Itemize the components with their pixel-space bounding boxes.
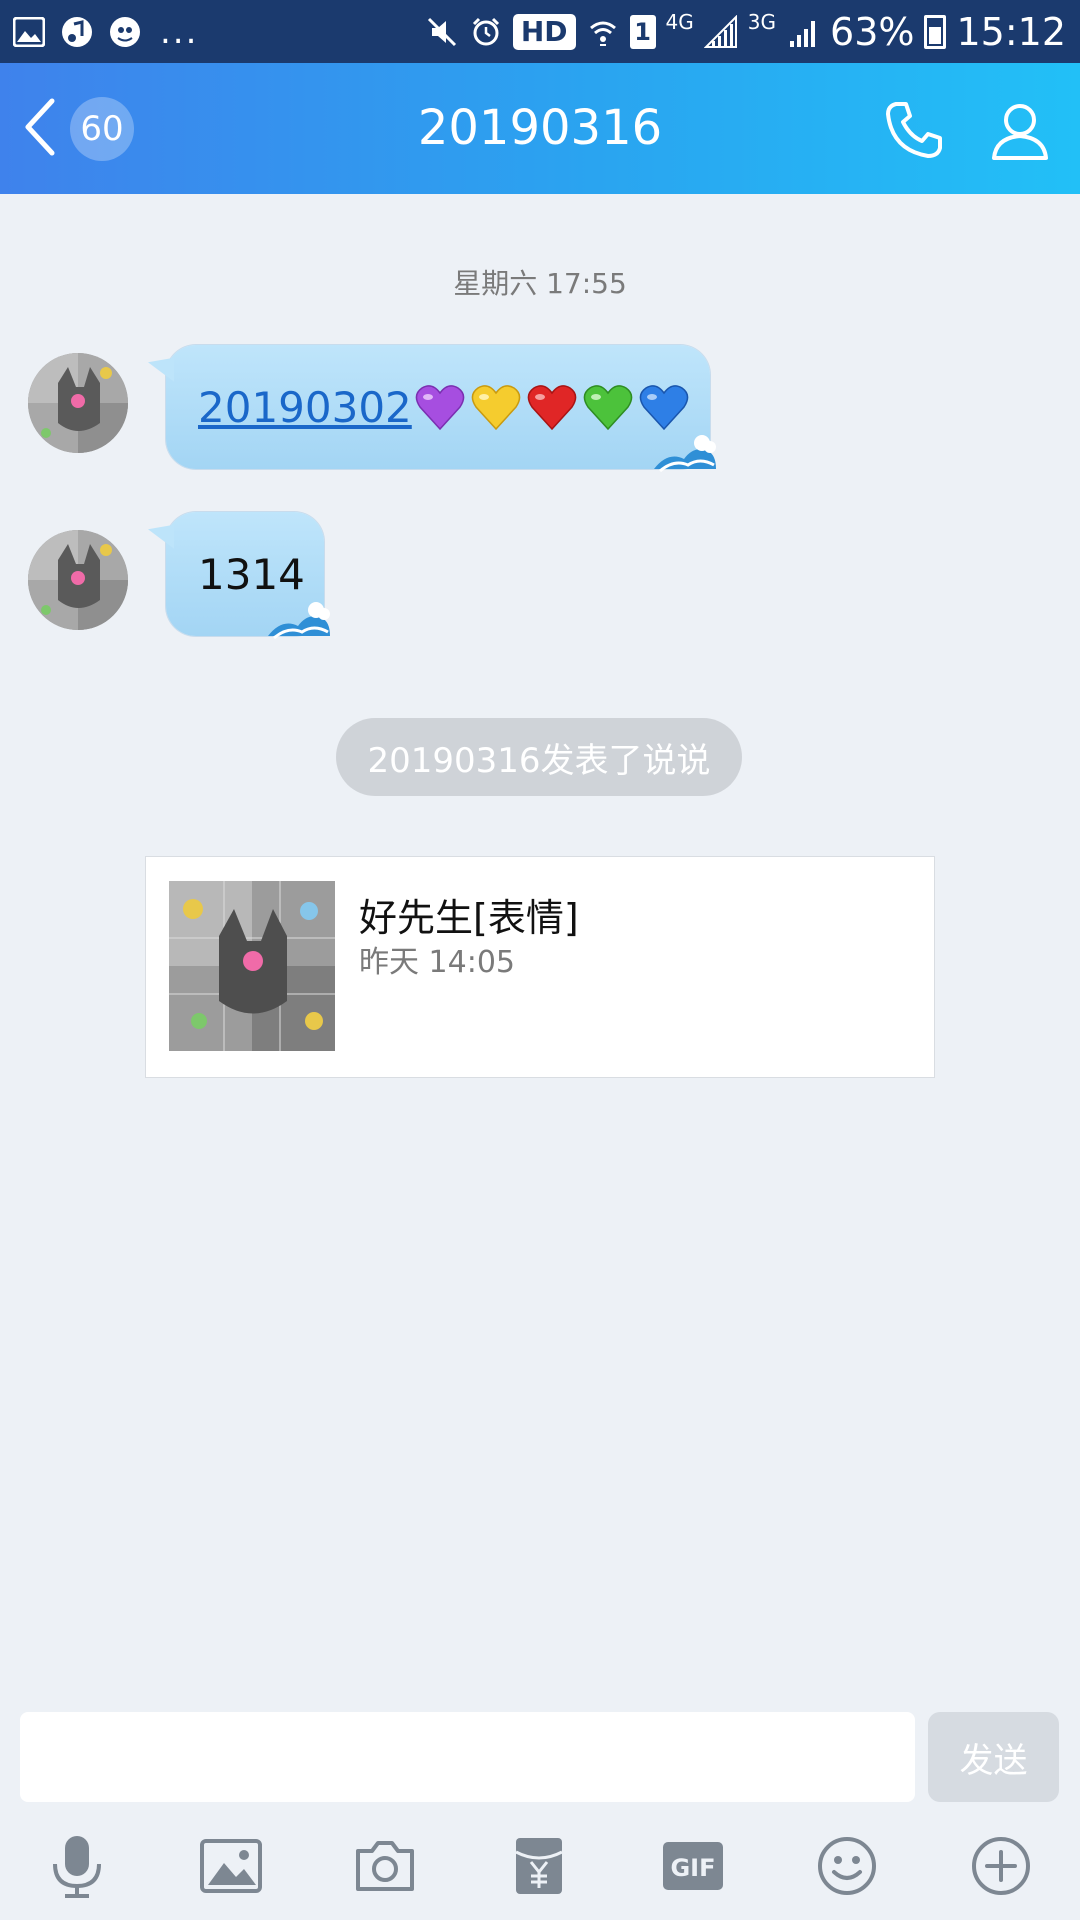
image-button[interactable] (199, 1834, 263, 1898)
image-icon (200, 1839, 262, 1893)
contact-avatar[interactable] (28, 353, 128, 453)
voice-button[interactable] (45, 1834, 109, 1898)
chevron-left-icon (20, 95, 60, 163)
battery-percent: 63% (830, 9, 915, 54)
message-link[interactable]: 20190302 (198, 383, 412, 432)
purple-heart-icon (415, 385, 465, 431)
hd-badge: HD (512, 13, 576, 50)
mute-icon (425, 15, 459, 49)
green-heart-icon (583, 385, 633, 431)
battery-icon (924, 14, 947, 49)
camera-icon (356, 1841, 414, 1891)
red-packet-button[interactable] (507, 1834, 571, 1898)
back-button[interactable]: 60 (20, 91, 134, 167)
network-type-1: 4G (665, 10, 694, 34)
signal-icon-1 (703, 14, 738, 49)
wifi-icon (586, 15, 620, 49)
message-text: 1314 (198, 549, 305, 599)
wave-decoration-icon (654, 435, 716, 473)
gif-button[interactable]: GIF (661, 1834, 725, 1898)
profile-button[interactable] (988, 98, 1052, 162)
sim-slot-badge: 1 (629, 14, 656, 49)
network-type-2: 3G (747, 10, 777, 34)
more-notifications: ... (160, 11, 199, 52)
input-toolbar: GIF (0, 1822, 1080, 1920)
red-packet-icon (515, 1838, 563, 1894)
red-heart-icon (527, 385, 577, 431)
music-notification-icon (60, 15, 94, 49)
status-bar: ... HD 1 4G 3G 63% 15:12 (0, 0, 1080, 63)
post-thumbnail (169, 881, 335, 1051)
signal-icon-2 (786, 15, 820, 49)
alarm-icon (469, 15, 503, 49)
gallery-notification-icon (12, 15, 46, 49)
chat-header: 60 20190316 (0, 63, 1080, 194)
person-icon (992, 104, 1048, 160)
call-button[interactable] (882, 98, 946, 162)
more-button[interactable] (969, 1834, 1033, 1898)
app-notification-icon (108, 15, 142, 49)
blue-heart-icon (639, 385, 689, 431)
clock: 15:12 (956, 9, 1066, 54)
gif-icon: GIF (663, 1842, 723, 1890)
wave-decoration-icon (268, 602, 330, 640)
camera-button[interactable] (353, 1834, 417, 1898)
emoji-icon (818, 1837, 876, 1895)
message-input[interactable] (20, 1712, 915, 1802)
post-time: 昨天 14:05 (359, 945, 515, 980)
svg-text:GIF: GIF (670, 1854, 715, 1882)
emoji-button[interactable] (815, 1834, 879, 1898)
message-bubble[interactable]: 1314 (166, 512, 330, 640)
shared-post-card[interactable]: 好先生[表情] 昨天 14:05 (145, 856, 935, 1078)
send-button[interactable]: 发送 (928, 1712, 1059, 1802)
unread-count-badge: 60 (70, 97, 134, 161)
system-notice: 20190316发表了说说 (336, 718, 742, 796)
message-timestamp: 星期六 17:55 (453, 267, 627, 300)
contact-avatar[interactable] (28, 530, 128, 630)
message-bubble[interactable]: 20190302 (166, 345, 716, 473)
yellow-heart-icon (471, 385, 521, 431)
plus-icon (972, 1837, 1030, 1895)
microphone-icon (53, 1836, 101, 1898)
phone-icon (886, 102, 942, 158)
post-title: 好先生[表情] (359, 896, 579, 940)
